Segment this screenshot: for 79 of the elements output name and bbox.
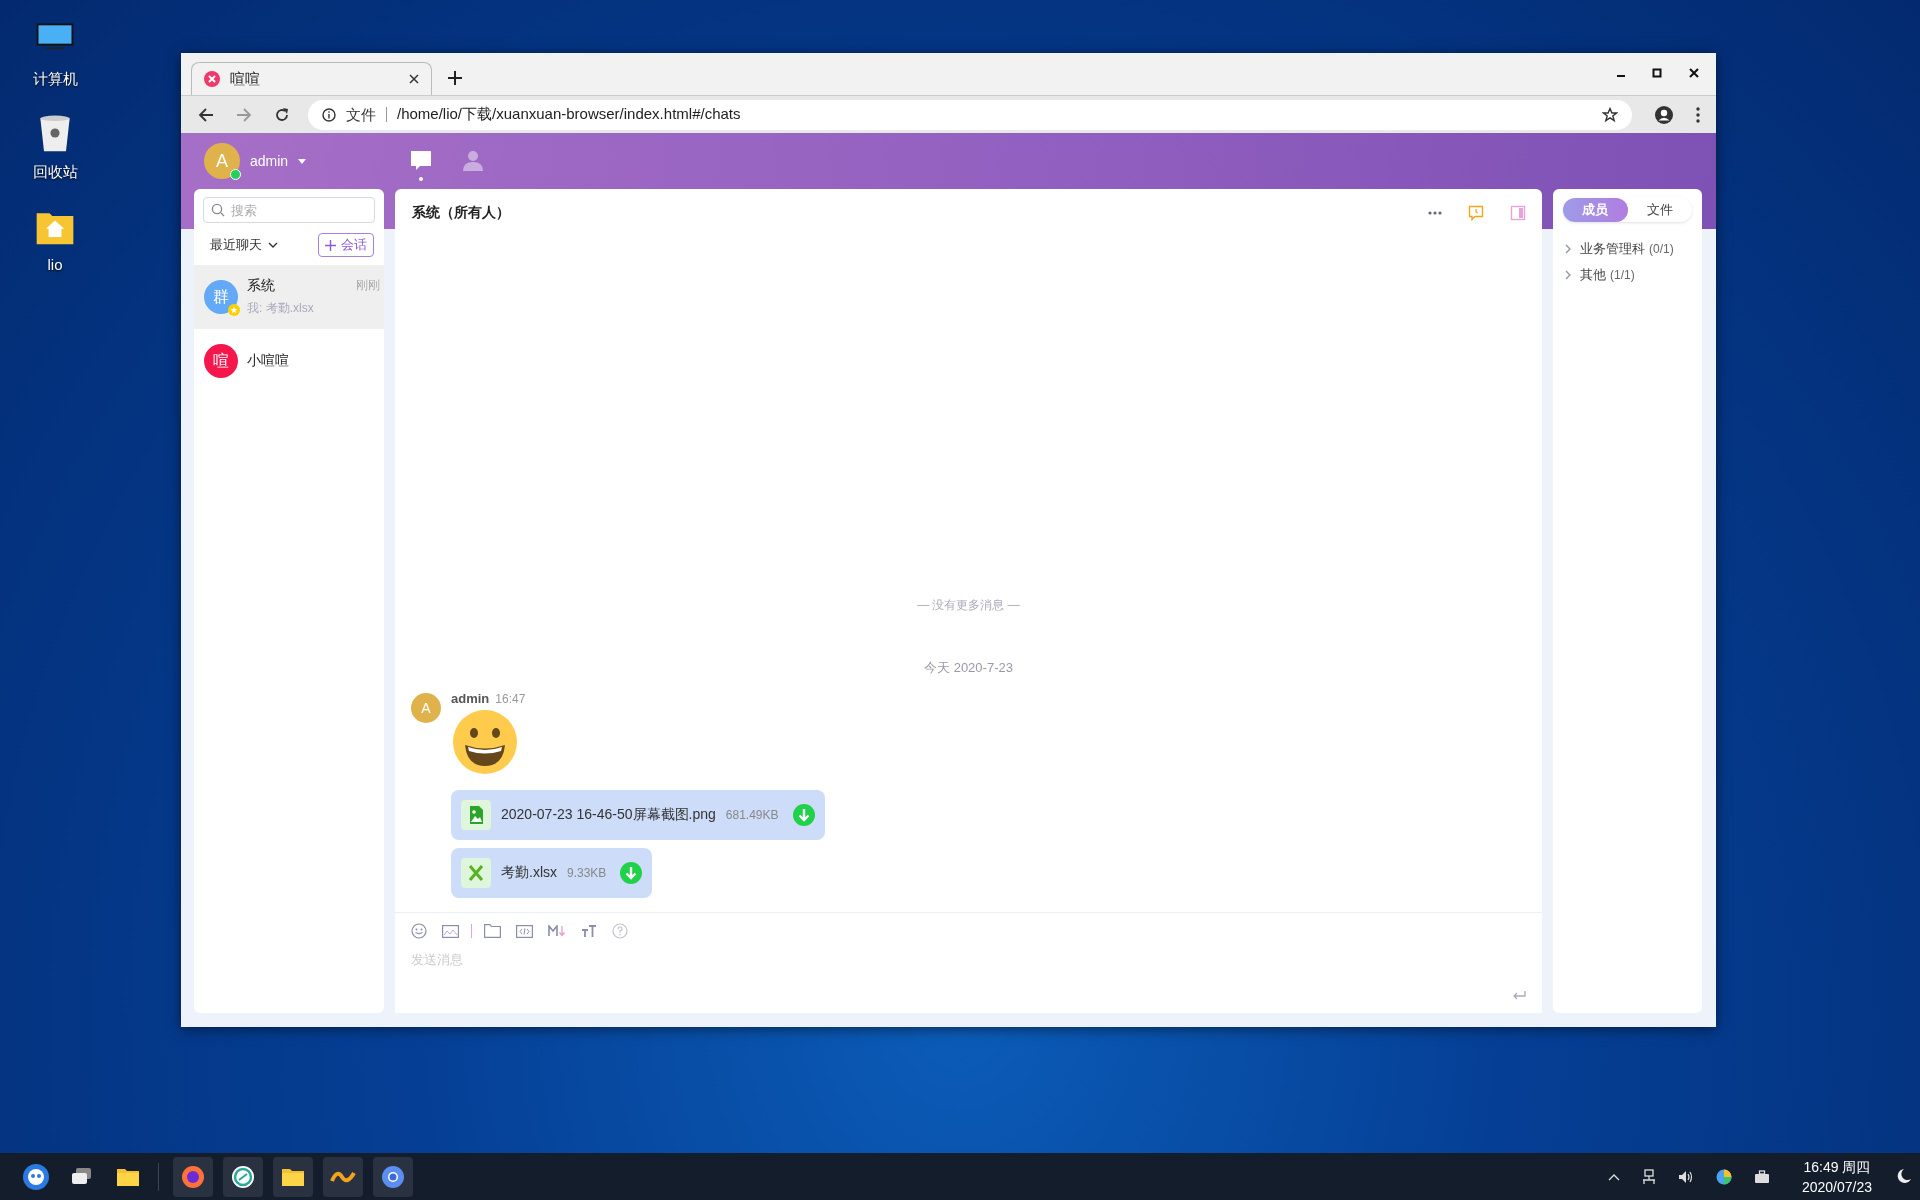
desktop-icon-label[interactable]: 回收站 [32, 163, 78, 182]
date-separator: 今天 2020-7-23 [923, 659, 1014, 677]
emoji-icon[interactable] [411, 923, 427, 939]
more-icon[interactable] [1428, 211, 1442, 215]
chat-list-item[interactable]: 群 系统 刚刚 我: 考勤.xlsx [194, 265, 384, 329]
button-label: 会话 [341, 236, 367, 254]
briefcase-icon[interactable] [1753, 1169, 1770, 1184]
message-preview: 我: 考勤.xlsx [247, 300, 315, 317]
no-more-messages-label: — 没有更多消息 — [916, 597, 1021, 614]
account-icon[interactable] [1654, 104, 1674, 125]
address-bar[interactable]: 文件 /home/lio/下载/xuanxuan-browser/index.html#/chats [308, 99, 1632, 130]
new-chat-button[interactable]: 会话 [318, 233, 374, 257]
group-name: 业务管理科 [1580, 240, 1645, 258]
font-size-icon[interactable] [581, 924, 597, 938]
search-field[interactable]: 搜索 [203, 197, 375, 223]
network-icon[interactable] [1641, 1168, 1656, 1185]
desktop-icon-label[interactable]: lio [47, 256, 63, 273]
new-tab-icon[interactable] [448, 71, 462, 85]
group-count: (1/1) [1610, 268, 1635, 282]
info-icon [322, 107, 336, 122]
group-name: 其他 [1580, 266, 1606, 284]
security-label: 文件 [346, 107, 387, 122]
chat-name: 小喧喧 [247, 352, 289, 370]
file-size: 681.49KB [725, 808, 779, 822]
filter-label: 最近聊天 [210, 236, 262, 254]
chat-avatar: 喧 [204, 344, 238, 378]
desktop-icon-label[interactable]: 计算机 [32, 70, 78, 89]
sidebar-toggle-icon[interactable] [1510, 205, 1526, 221]
reload-icon[interactable] [274, 106, 290, 123]
star-icon[interactable] [1602, 106, 1618, 123]
launcher-icon[interactable] [22, 1162, 50, 1191]
maximize-icon[interactable] [1652, 68, 1662, 78]
chevron-right-icon [1565, 270, 1571, 280]
file-name: 2020-07-23 16-46-50屏幕截图.png [501, 806, 716, 824]
code-icon[interactable] [516, 924, 533, 938]
chat-list-item[interactable]: 喧 小喧喧 [194, 329, 384, 393]
clock-time[interactable]: 16:49 周四 [1803, 1156, 1871, 1177]
toolbar-divider [471, 924, 472, 938]
image-icon[interactable] [442, 924, 459, 938]
close-icon[interactable] [1688, 67, 1700, 79]
chat-name: 系统 [247, 277, 275, 295]
chevron-up-icon[interactable] [1607, 1172, 1620, 1181]
active-indicator-dot [419, 177, 423, 181]
member-group[interactable]: 业务管理科 (0/1) [1563, 236, 1692, 262]
chat-time: 刚刚 [356, 277, 381, 294]
caret-icon[interactable] [298, 158, 307, 164]
user-name[interactable]: admin [250, 153, 289, 169]
sender-avatar: A [411, 693, 441, 723]
message-time: 16:47 [495, 692, 526, 706]
back-icon[interactable] [198, 106, 214, 123]
volume-icon[interactable] [1677, 1169, 1694, 1184]
url-text: /home/lio/下载/xuanxuan-browser/index.html#/chats [397, 105, 742, 124]
list-filter-dropdown[interactable]: 最近聊天 [210, 236, 278, 254]
browser-tab[interactable]: 喧喧 [191, 62, 432, 95]
chat-bubble-icon[interactable] [409, 149, 433, 173]
tab-title: 喧喧 [230, 69, 261, 89]
file-size: 9.33KB [567, 866, 607, 880]
app-logo-icon [204, 71, 220, 87]
chevron-right-icon [1565, 244, 1571, 254]
chat-avatar: 群 [204, 280, 238, 314]
more-icon[interactable] [1696, 106, 1700, 123]
clock-date[interactable]: 2020/07/23 [1801, 1176, 1872, 1197]
chevron-down-icon [268, 242, 278, 248]
file-attachment-card[interactable]: 考勤.xlsx 9.33KB [451, 848, 653, 898]
file-attachment-card[interactable]: 2020-07-23 16-46-50屏幕截图.png 681.49KB [451, 790, 825, 840]
group-count: (0/1) [1649, 242, 1674, 256]
member-group[interactable]: 其他 (1/1) [1563, 262, 1692, 288]
colorful-circle-icon[interactable] [1715, 1168, 1732, 1185]
image-file-icon [461, 800, 491, 830]
spreadsheet-file-icon [461, 858, 491, 888]
search-icon [211, 203, 225, 217]
smiley-emoji-drawing [453, 710, 517, 774]
conversation-title: 系统（所有人） [412, 204, 510, 222]
panel-tab[interactable]: 文件 [1627, 198, 1692, 222]
markdown-icon[interactable] [548, 925, 566, 937]
file-name: 考勤.xlsx [501, 864, 557, 882]
sender-name: admin [451, 691, 490, 706]
close-icon[interactable] [409, 74, 419, 84]
plus-icon [325, 239, 336, 251]
